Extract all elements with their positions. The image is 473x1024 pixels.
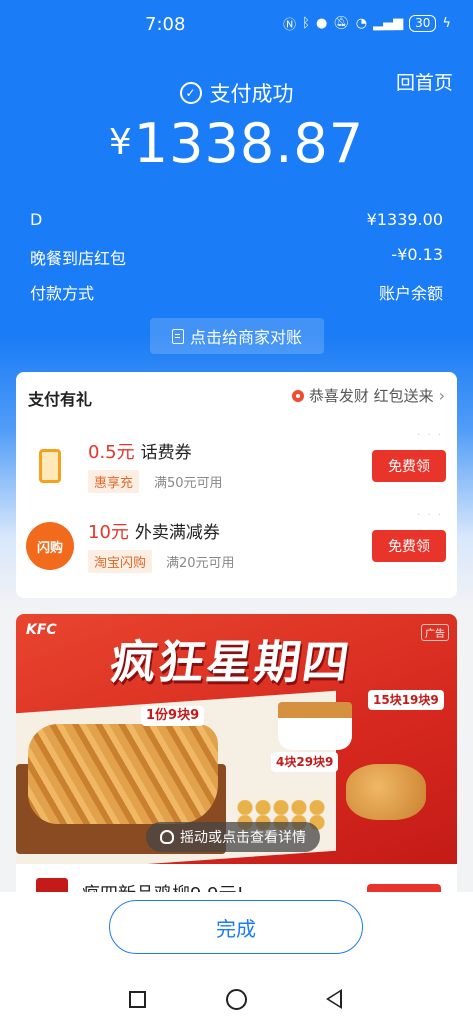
detail-row-merchant: D ¥1339.00	[30, 210, 443, 229]
next-promo-button[interactable]	[367, 884, 441, 892]
battery-icon: 30	[409, 15, 437, 32]
ad-label: 广告	[421, 624, 449, 641]
coupon-name: 外卖满减券	[134, 523, 220, 543]
gift-slogan-link[interactable]: 恭喜发财 红包送来 ›	[291, 385, 445, 406]
reconcile-button[interactable]: 点击给商家对账	[150, 318, 324, 354]
charging-icon: ϟ	[442, 16, 451, 31]
coupon-tag: 惠享充	[88, 470, 140, 493]
detail-row-payment-method: 付款方式 账户余额	[30, 280, 443, 304]
kfc-logo-icon	[36, 878, 68, 892]
shake-hand-icon	[160, 830, 174, 844]
promo-badge: 4块29块9	[271, 752, 339, 772]
coupon-amount: 0.5元	[88, 442, 135, 463]
done-button[interactable]: 完成	[109, 900, 363, 954]
back-icon[interactable]	[326, 989, 342, 1009]
next-promo-item[interactable]: 疯四新品鸡柳9.9元!	[16, 864, 457, 892]
recents-icon[interactable]	[129, 991, 146, 1008]
coupon-tag: 淘宝闪购	[88, 550, 153, 573]
detail-value: ¥1339.00	[366, 210, 443, 229]
phone-icon	[26, 442, 74, 490]
gift-section-title: 支付有礼	[28, 390, 93, 409]
more-icon: · · ·	[417, 510, 443, 521]
amount-value: 1338.87	[133, 112, 365, 175]
status-bar: 7:08 Ⓝ ᛒ ● 🔕︎ ◔ ▂▄▆ 30 ϟ	[0, 0, 473, 52]
nfc-icon: Ⓝ	[283, 18, 297, 33]
paid-amount: ¥1338.87	[0, 112, 473, 175]
bluetooth-icon: ᛒ	[302, 16, 310, 31]
system-nav-bar	[0, 974, 473, 1024]
coupon-condition: 满20元可用	[166, 556, 235, 571]
claim-button[interactable]: 免费领	[372, 450, 446, 482]
success-text: 支付成功	[209, 82, 294, 106]
coupon-item: · · · 0.5元 话费券 惠享充 满50元可用 免费领	[16, 428, 457, 508]
status-icons: Ⓝ ᛒ ● 🔕︎ ◔ ▂▄▆ 30 ϟ	[283, 14, 451, 33]
slogan-text: 恭喜发财 红包送来	[308, 387, 434, 405]
detail-value: -¥0.13	[391, 245, 443, 264]
coupon-amount: 10元	[88, 522, 129, 543]
check-circle-icon: ✓	[179, 82, 202, 104]
detail-row-redpacket: 晚餐到店红包 -¥0.13	[30, 245, 443, 269]
promo-badge: 1份9块9	[141, 706, 205, 726]
ad-headline: 疯狂星期四	[106, 635, 355, 689]
more-icon: · · ·	[417, 430, 443, 441]
coupon-title: 0.5元 话费券	[88, 438, 192, 464]
coupon-item: · · · 闪购 10元 外卖满减券 淘宝闪购 满20元可用 免费领	[16, 508, 457, 588]
next-promo-text: 疯四新品鸡柳9.9元!	[82, 880, 244, 892]
detail-label: 付款方式	[30, 284, 95, 303]
detail-value: 账户余额	[378, 284, 443, 303]
red-packet-icon	[291, 389, 304, 402]
home-icon[interactable]	[226, 989, 247, 1010]
shake-hint[interactable]: 摇动或点击查看详情	[146, 822, 320, 852]
status-time: 7:08	[145, 14, 186, 35]
5g-signal-icon: ▂▄▆	[373, 16, 404, 31]
currency-symbol: ¥	[108, 122, 132, 163]
claim-button[interactable]: 免费领	[372, 530, 446, 562]
chevron-right-icon: ›	[438, 386, 445, 405]
kfc-logo: KFC	[26, 622, 57, 638]
document-icon	[171, 328, 184, 344]
reconcile-label: 点击给商家对账	[189, 328, 302, 347]
flash-purchase-icon: 闪购	[26, 522, 74, 570]
detail-label: D	[30, 210, 43, 229]
coupon-name: 话费券	[140, 443, 192, 463]
wifi-icon: ◔	[355, 16, 368, 31]
footer: 完成	[0, 892, 473, 974]
fried-chicken-image	[346, 764, 426, 820]
coupon-title: 10元 外卖满减券	[88, 518, 220, 544]
payment-success: ✓ 支付成功	[0, 78, 473, 108]
mute-icon: 🔕︎	[333, 16, 350, 31]
location-icon: ●	[315, 16, 328, 31]
detail-label: 晚餐到店红包	[30, 249, 127, 268]
kfc-ad-banner[interactable]: KFC 广告 疯狂星期四 1份9块9 4块29块9 15块19块9 摇动或点击查…	[16, 614, 457, 864]
shake-hint-text: 摇动或点击查看详情	[180, 830, 306, 846]
chicken-strips-image	[28, 724, 218, 824]
coupon-condition: 满50元可用	[154, 476, 223, 491]
promo-badge: 15块19块9	[368, 690, 444, 710]
chicken-bucket-image	[278, 702, 352, 750]
